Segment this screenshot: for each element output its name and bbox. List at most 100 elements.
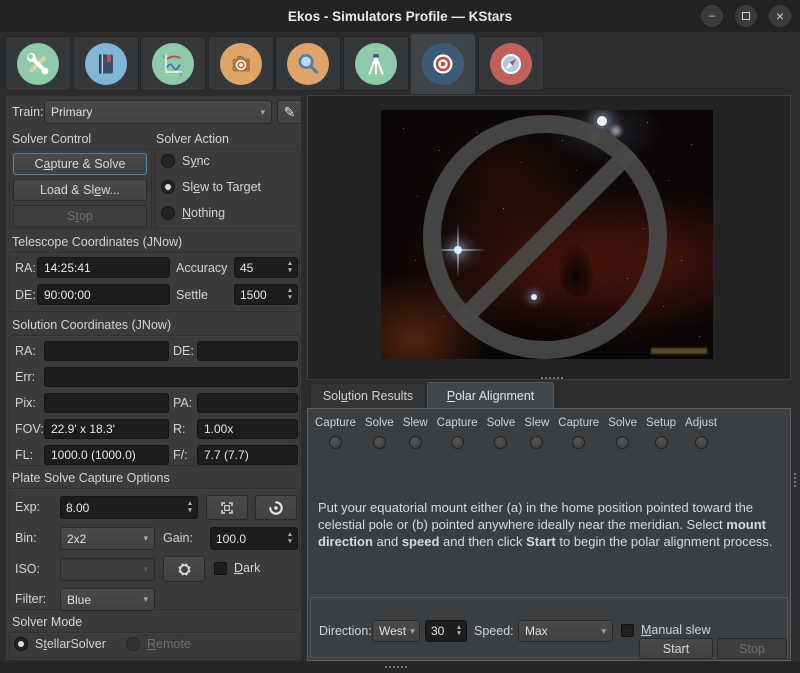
radio-circle: [161, 154, 175, 168]
solution-pa-field: [197, 393, 298, 413]
speed-combobox[interactable]: Max: [518, 620, 613, 642]
filter-combobox[interactable]: Blue: [60, 588, 155, 611]
solver-control-title: Solver Control: [12, 132, 91, 146]
capture-preview-panel: [307, 95, 791, 380]
status-led: [616, 436, 629, 449]
radio-slew-to-target[interactable]: Slew to Target: [161, 180, 261, 194]
train-combobox[interactable]: Primary: [44, 100, 272, 124]
radio-sync[interactable]: Sync: [161, 154, 210, 168]
svg-text:X: X: [179, 72, 183, 77]
tab-focus[interactable]: [275, 36, 341, 91]
ra-label: RA:: [15, 261, 36, 275]
tab-solution-results[interactable]: Solution Results: [310, 383, 426, 408]
direction-combobox[interactable]: West: [372, 620, 420, 642]
pencil-icon: ✎: [284, 104, 296, 121]
tab-scheduler[interactable]: [73, 36, 139, 91]
tab-analyze[interactable]: Y X: [140, 36, 206, 91]
status-led: [530, 436, 543, 449]
solver-action-title: Solver Action: [156, 132, 229, 146]
star-field: [381, 110, 382, 111]
analyze-chart-icon: Y X: [152, 43, 194, 85]
gain-spinbox[interactable]: 100.0 ▲▼: [210, 527, 298, 550]
rotation-spinbox[interactable]: 30 ▲▼: [425, 620, 467, 642]
paa-step-indicators: Capture Solve Slew Capture Solve Slew Ca…: [315, 417, 717, 449]
load-and-slew-button[interactable]: Load & Slew...: [13, 179, 147, 201]
align-control-panel: Train: Primary ✎ Solver Control Solver A…: [5, 95, 302, 661]
window-title: Ekos - Simulators Profile — KStars: [288, 9, 512, 24]
bottom-splitter-handle[interactable]: [385, 666, 407, 668]
spin-arrows-icon[interactable]: ▲▼: [452, 621, 466, 641]
polar-alignment-pane: Capture Solve Slew Capture Solve Slew Ca…: [307, 408, 791, 661]
de-label: DE:: [15, 288, 36, 302]
manual-slew-checkbox[interactable]: Manual slew: [621, 623, 711, 637]
direction-label: Direction:: [319, 624, 372, 638]
train-label: Train:: [12, 105, 44, 119]
minimize-icon: –: [709, 10, 715, 22]
fl-label: FL:: [15, 448, 33, 462]
rotator-button[interactable]: [163, 556, 205, 582]
binning-combobox[interactable]: 2x2: [60, 527, 155, 550]
horizontal-splitter-handle[interactable]: [541, 377, 563, 379]
paa-step: Capture: [558, 417, 599, 449]
sol-de-label: DE:: [173, 344, 194, 358]
spin-arrows-icon[interactable]: ▲▼: [283, 528, 297, 549]
checkbox-box: [214, 562, 227, 575]
focus-magnifier-icon: [287, 43, 329, 85]
exposure-spinbox[interactable]: 8.00 ▲▼: [60, 496, 198, 519]
exp-label: Exp:: [15, 500, 40, 514]
frame-subframe-button[interactable]: [206, 495, 248, 520]
tab-setup[interactable]: [5, 36, 71, 91]
radio-circle: [14, 637, 28, 651]
tab-mount[interactable]: [343, 36, 409, 91]
err-label: Err:: [15, 370, 35, 384]
radio-stellarsolver[interactable]: StellarSolver: [14, 637, 106, 651]
capture-and-solve-button[interactable]: Capture & Solve: [13, 153, 147, 175]
filter-label: Filter:: [15, 592, 46, 606]
live-stacking-button[interactable]: [255, 495, 297, 520]
vertical-splitter[interactable]: [792, 95, 799, 661]
ekos-module-tabs: Y X: [0, 32, 800, 95]
title-bar: Ekos - Simulators Profile — KStars – ×: [0, 0, 800, 32]
paa-start-button[interactable]: Start: [639, 638, 713, 659]
stop-solve-button[interactable]: Stop: [13, 205, 147, 227]
pa-label: PA:: [173, 396, 192, 410]
rotate-frames-icon: [176, 561, 193, 578]
radio-remote[interactable]: Remote: [126, 637, 191, 651]
spin-arrows-icon[interactable]: ▲▼: [283, 258, 297, 277]
tab-align[interactable]: [410, 33, 476, 95]
tab-guide[interactable]: [478, 36, 544, 91]
telescope-de-field[interactable]: 90:00:00: [37, 284, 170, 305]
star-cluster: [597, 116, 607, 126]
train-edit-button[interactable]: ✎: [277, 100, 302, 124]
solution-coords-title: Solution Coordinates (JNow): [12, 318, 171, 332]
capture-options-title: Plate Solve Capture Options: [12, 471, 170, 485]
status-led: [373, 436, 386, 449]
paa-step: Adjust: [685, 417, 717, 449]
maximize-button[interactable]: [735, 5, 757, 27]
radio-nothing[interactable]: Nothing: [161, 206, 225, 220]
paa-stop-button[interactable]: Stop: [717, 638, 787, 659]
bottom-splitter[interactable]: [0, 662, 800, 673]
solution-err-field: [44, 367, 298, 387]
status-led: [451, 436, 464, 449]
spin-arrows-icon[interactable]: ▲▼: [183, 497, 197, 518]
settle-spinbox[interactable]: 1500 ▲▼: [234, 284, 298, 305]
spin-arrows-icon[interactable]: ▲▼: [283, 285, 297, 304]
tab-polar-alignment[interactable]: Polar Alignment: [427, 382, 554, 408]
accuracy-spinbox[interactable]: 45 ▲▼: [234, 257, 298, 278]
dark-checkbox[interactable]: Dark: [214, 561, 260, 575]
status-led: [409, 436, 422, 449]
close-button[interactable]: ×: [769, 5, 791, 27]
fratio-label: F/:: [173, 448, 188, 462]
paa-step: Capture: [315, 417, 356, 449]
minimize-button[interactable]: –: [701, 5, 723, 27]
telescope-ra-field[interactable]: 14:25:41: [37, 257, 170, 278]
speed-label: Speed:: [474, 624, 514, 638]
tab-capture[interactable]: [208, 36, 274, 91]
galaxy-swirl-icon: [268, 500, 284, 516]
iso-combobox[interactable]: [60, 558, 155, 581]
scheduler-book-icon: [85, 43, 127, 85]
r-field: 1.00x: [197, 419, 298, 439]
paa-step: Setup: [646, 417, 676, 449]
vertical-splitter-handle[interactable]: [794, 473, 800, 487]
